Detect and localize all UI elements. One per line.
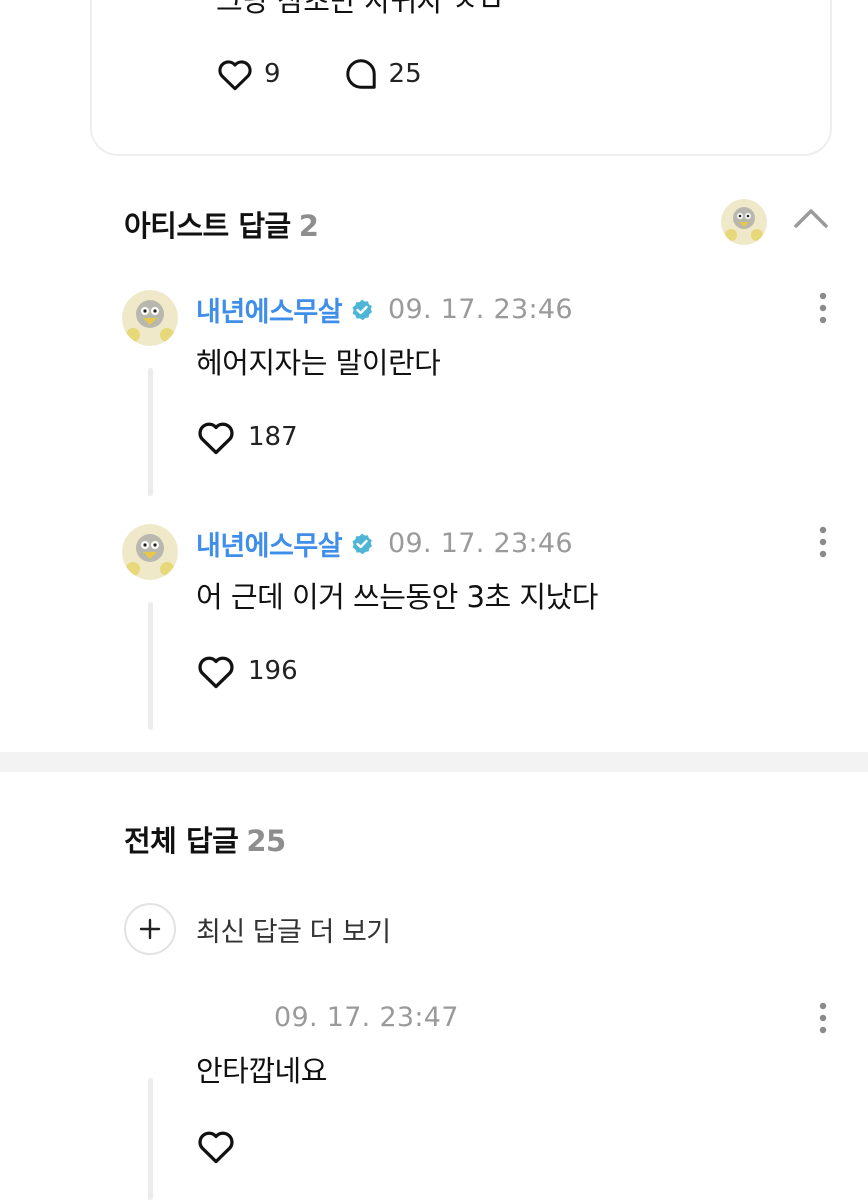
all-replies-count: 25 bbox=[246, 824, 286, 858]
all-replies-title: 전체 답글 25 bbox=[124, 818, 286, 860]
heart-icon bbox=[198, 1131, 234, 1164]
artist-replies-label: 아티스트 답글 bbox=[124, 209, 291, 243]
post-like-button[interactable]: 9 bbox=[216, 57, 281, 91]
reply-text: 안타깝네요 bbox=[196, 1054, 327, 1088]
comment-bubble-icon bbox=[345, 59, 376, 89]
timestamp: 09. 17. 23:47 bbox=[274, 1002, 459, 1033]
reply-text: 어 근데 이거 쓰는동안 3초 지났다 bbox=[196, 580, 598, 614]
verified-badge-icon bbox=[352, 299, 373, 320]
more-vertical-icon bbox=[819, 1002, 827, 1034]
more-vertical-icon bbox=[819, 292, 827, 324]
artist-replies-count: 2 bbox=[298, 209, 319, 243]
heart-icon bbox=[198, 656, 234, 689]
reply-meta: 09. 17. 23:47 bbox=[150, 1002, 459, 1033]
post-actions: 9 25 bbox=[216, 56, 484, 92]
like-count: 196 bbox=[248, 656, 298, 686]
artist-avatar-mini[interactable] bbox=[721, 199, 767, 245]
post-comment-button[interactable]: 25 bbox=[343, 56, 422, 92]
like-button[interactable]: 196 bbox=[196, 653, 298, 689]
reply-text: 헤어지자는 말이란다 bbox=[196, 346, 441, 380]
post-comment-count: 25 bbox=[388, 59, 422, 89]
author-name[interactable]: 내년에스무살 bbox=[196, 290, 343, 329]
plus-icon bbox=[139, 918, 161, 940]
verified-badge-icon bbox=[352, 533, 373, 554]
timestamp: 09. 17. 23:46 bbox=[388, 528, 573, 559]
thread-line bbox=[148, 1078, 153, 1200]
all-replies-label: 전체 답글 bbox=[124, 824, 239, 858]
thread-line bbox=[148, 602, 153, 730]
like-button[interactable] bbox=[196, 1128, 248, 1164]
post-like-count: 9 bbox=[264, 59, 281, 89]
chevron-up-icon bbox=[794, 209, 828, 228]
more-options-button[interactable] bbox=[815, 292, 831, 328]
collapse-artist-replies-button[interactable] bbox=[793, 207, 829, 233]
more-vertical-icon bbox=[819, 526, 827, 558]
author-name[interactable]: 내년에스무살 bbox=[196, 524, 343, 563]
reply-meta: 내년에스무살 09. 17. 23:46 bbox=[196, 524, 573, 563]
avatar[interactable] bbox=[122, 290, 178, 346]
heart-icon bbox=[198, 422, 234, 455]
plus-button[interactable] bbox=[124, 903, 176, 955]
section-divider bbox=[0, 752, 868, 772]
artist-replies-title: 아티스트 답글 2 bbox=[124, 203, 319, 245]
thread-line bbox=[148, 368, 153, 496]
load-newer-replies-label: 최신 답글 더 보기 bbox=[196, 916, 391, 948]
post-text: 그냥 삼초만 사귀자 ㅈㅂ bbox=[216, 0, 504, 18]
heart-icon bbox=[218, 60, 252, 91]
more-options-button[interactable] bbox=[815, 1002, 831, 1038]
avatar[interactable] bbox=[122, 524, 178, 580]
load-newer-replies-button[interactable]: 최신 답글 더 보기 bbox=[124, 903, 391, 955]
like-button[interactable]: 187 bbox=[196, 419, 298, 455]
post-card: 그냥 삼초만 사귀자 ㅈㅂ 9 25 bbox=[90, 0, 832, 156]
like-count: 187 bbox=[248, 422, 298, 452]
timestamp: 09. 17. 23:46 bbox=[388, 294, 573, 325]
more-options-button[interactable] bbox=[815, 526, 831, 562]
reply-meta: 내년에스무살 09. 17. 23:46 bbox=[196, 290, 573, 329]
